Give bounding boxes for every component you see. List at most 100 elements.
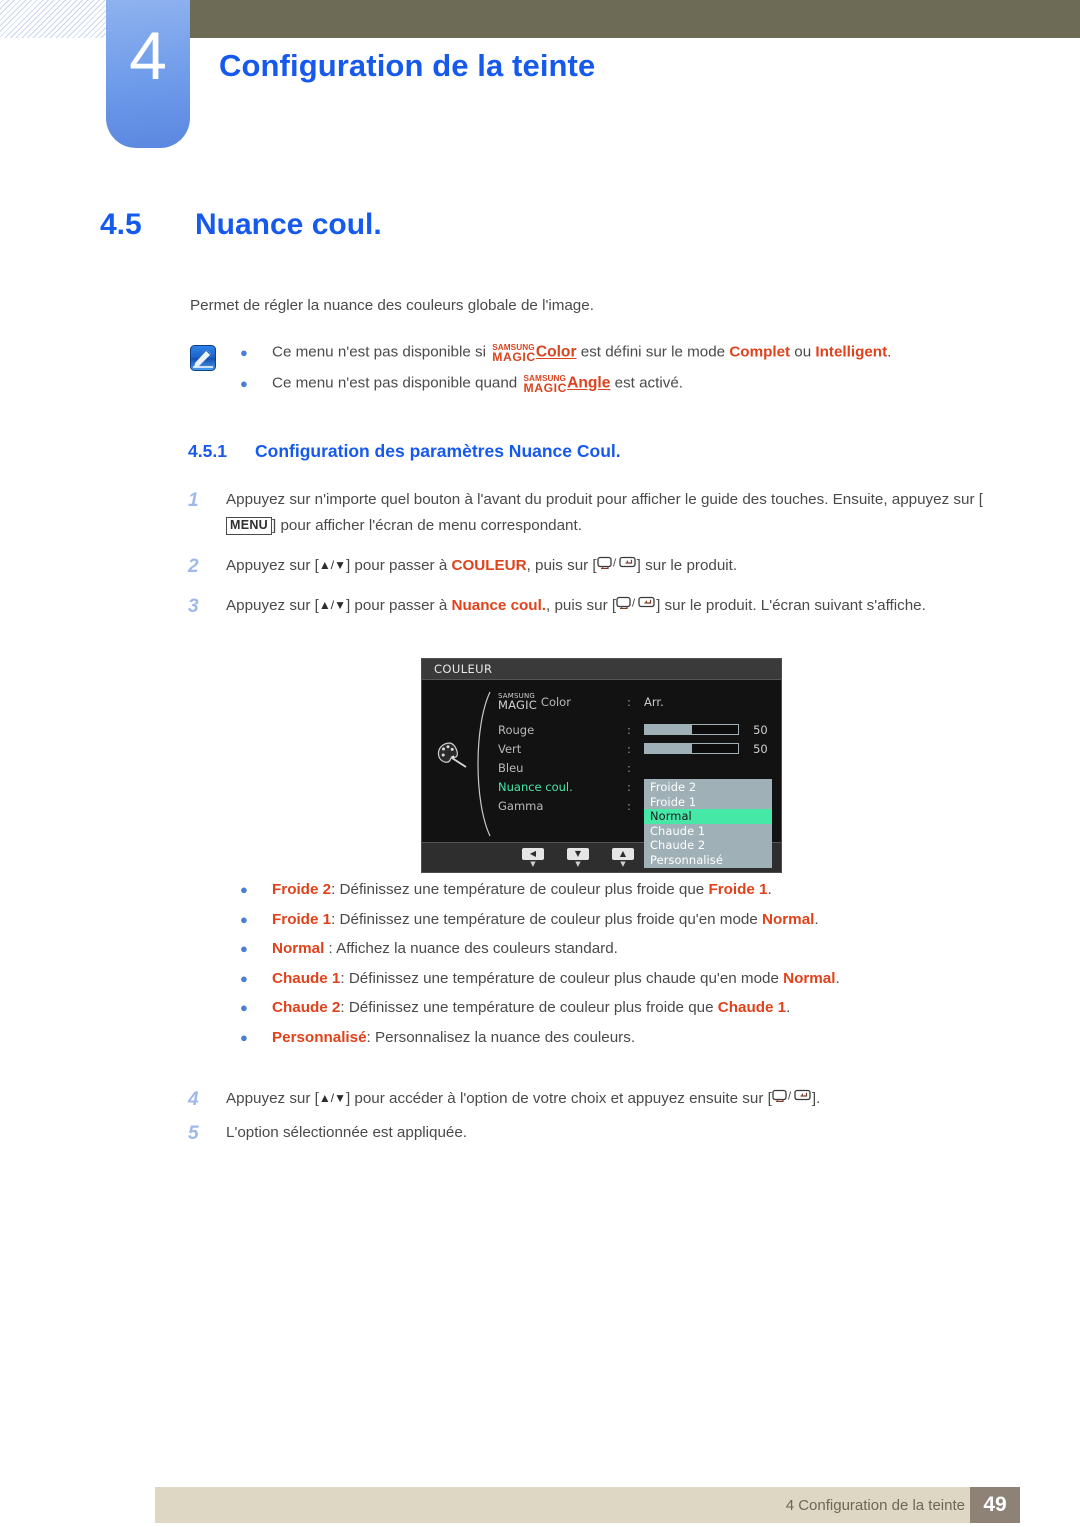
vert-value: 50 [753,741,768,756]
note-pencil-icon [190,345,216,371]
section-intro-text: Permet de régler la nuance des couleurs … [190,297,594,314]
rouge-value: 50 [753,722,768,737]
menu-keycap: MENU [226,517,273,535]
option-text: Chaude 1: Définissez une température de … [272,969,840,987]
updown-arrows-glyph: ▲/▼ [318,1091,346,1106]
step-text: Appuyez sur n'importe quel bouton à l'av… [226,491,983,535]
option-descriptions-list: ● Froide 2: Définissez une température d… [240,881,1020,1058]
option-text: Personnalisé: Personnalisez la nuance de… [272,1028,636,1046]
highlight-nuance-coul: Nuance coul. [451,597,547,615]
chapter-number: 4 [129,18,167,94]
nuance-coul-dropdown[interactable]: Froide 2 Froide 1 Normal Chaude 1 Chaude… [644,779,772,868]
subsection-title: Configuration des paramètres Nuance Coul… [255,441,621,461]
osd-label-magiccolor: SAMSUNG MAGIC Color [498,692,628,711]
option-text: Normal : Affichez la nuance des couleurs… [272,940,618,957]
osd-menu-screenshot: COULEUR SAMSUNG MAGIC Color Rouge Vert B… [421,658,782,873]
osd-decorative-arc [468,690,496,838]
osd-down-button[interactable]: ▼ ▼ [563,848,593,868]
osd-value-magiccolor: Arr. [644,692,774,711]
step-number: 1 [188,490,199,511]
step-item: 3 Appuyez sur [▲/▼] pour passer à Nuance… [188,593,1013,621]
svg-text:/: / [613,557,617,569]
dropdown-item-personnalise[interactable]: Personnalisé [644,853,772,868]
dropdown-item-chaude2[interactable]: Chaude 2 [644,838,772,853]
osd-value-text: Arr. [644,694,664,709]
osd-colon: : [627,741,631,756]
highlight-intelligent: Intelligent [815,343,888,361]
source-enter-keys-glyph: / [597,552,637,578]
steps-list-after: 4 Appuyez sur [▲/▼] pour accéder à l'opt… [188,1086,1013,1153]
source-enter-keys-glyph: / [772,1085,812,1111]
dropdown-item-normal[interactable]: Normal [644,809,772,824]
subsection-number: 4.5.1 [188,441,227,461]
step-item: 4 Appuyez sur [▲/▼] pour accéder à l'opt… [188,1086,1013,1114]
osd-colon: : [627,760,631,775]
page-number: 49 [970,1487,1020,1523]
step-number: 2 [188,555,199,577]
page-footer: 4 Configuration de la teinte 49 [155,1487,1020,1523]
dropdown-item-chaude1[interactable]: Chaude 1 [644,824,772,839]
bullet-glyph: ● [240,911,248,927]
updown-arrows-glyph: ▲/▼ [318,557,346,572]
osd-colon: : [627,779,631,794]
magic-logo: SAMSUNG MAGIC [492,343,536,364]
option-item-chaude1: ● Chaude 1: Définissez une température d… [240,970,1020,987]
osd-value-column: Arr. 50 50 [644,692,774,758]
magic-feature-word: Angle [567,374,611,392]
marker-icon: ▼ [575,860,581,868]
steps-list: 1 Appuyez sur n'importe quel bouton à l'… [188,487,1013,634]
bullet-glyph: ● [240,344,248,360]
section-heading: 4.5 Nuance coul. [100,208,382,242]
down-arrow-icon: ▼ [567,848,589,860]
palette-icon [436,740,470,770]
source-enter-keys-glyph: / [616,592,656,618]
osd-up-button[interactable]: ▲ ▼ [608,848,638,868]
osd-label-bleu: Bleu [498,760,524,775]
osd-left-button[interactable]: ◀ ▼ [518,848,548,868]
osd-label-gamma: Gamma [498,798,544,813]
magic-logo: SAMSUNG MAGIC [523,374,568,395]
osd-value-vert: 50 [644,739,774,758]
option-item-personnalise: ● Personnalisé: Personnalisez la nuance … [240,1029,1020,1046]
option-text: Chaude 2: Définissez une température de … [272,999,791,1016]
option-text: Froide 1: Définissez une température de … [272,910,819,928]
step-item: 2 Appuyez sur [▲/▼] pour passer à COULEU… [188,553,1013,581]
rouge-slider[interactable] [644,724,740,735]
osd-value-rouge: 50 [644,720,774,739]
step-item: 5 L'option sélectionnée est appliquée. [188,1120,1013,1148]
updown-arrows-glyph: ▲/▼ [318,598,346,613]
osd-colon-column: : : : : : : [627,692,637,815]
osd-title: COULEUR [422,659,781,680]
step-text: L'option sélectionnée est appliquée. [226,1123,468,1141]
bullet-glyph: ● [240,882,248,897]
note-item-text: Ce menu n'est pas disponible quand SAMSU… [272,374,683,395]
osd-colon: : [627,798,631,813]
svg-text:/: / [788,1091,792,1103]
chapter-title: Configuration de la teinte [219,48,596,83]
step-number: 3 [188,596,199,618]
option-item-froide2: ● Froide 2: Définissez une température d… [240,881,1020,898]
vert-slider[interactable] [644,743,740,754]
dropdown-item-froide2[interactable]: Froide 2 [644,780,772,795]
osd-label-rouge: Rouge [498,722,535,737]
option-item-chaude2: ● Chaude 2: Définissez une température d… [240,999,1020,1016]
step-item: 1 Appuyez sur n'importe quel bouton à l'… [188,487,1013,540]
step-number: 4 [188,1089,199,1110]
step-number: 5 [188,1122,199,1144]
osd-colon: : [627,722,631,737]
osd-body: SAMSUNG MAGIC Color Rouge Vert Bleu Nuan… [422,680,781,868]
bullet-glyph: ● [240,970,248,986]
bullet-glyph: ● [240,941,248,956]
osd-label-text: Color [540,694,571,709]
chapter-tab: 4 [106,0,190,148]
left-arrow-icon: ◀ [522,848,544,860]
dropdown-item-froide1[interactable]: Froide 1 [644,795,772,810]
note-item: ● Ce menu n'est pas disponible si SAMSUN… [240,343,1010,364]
osd-colon: : [627,694,631,709]
header-olive-bar [190,0,1080,38]
step-text: Appuyez sur [▲/▼] pour accéder à l'optio… [226,1086,1013,1112]
step-text: Appuyez sur [▲/▼] pour passer à Nuance c… [226,593,1013,619]
subsection-heading: 4.5.1 Configuration des paramètres Nuanc… [188,441,621,462]
note-item: ● Ce menu n'est pas disponible quand SAM… [240,374,1010,395]
magic-feature-word: Color [535,343,577,361]
